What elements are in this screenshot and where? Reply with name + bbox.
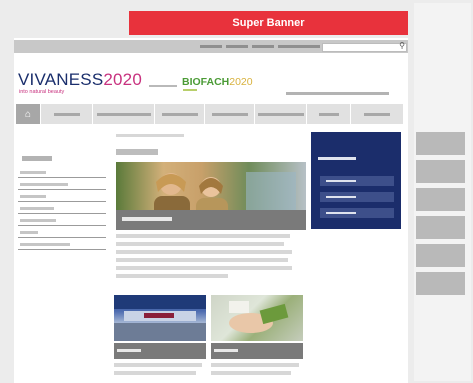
text-line [211,363,299,367]
sidebar-item[interactable] [18,167,106,178]
sidebar-title [22,156,52,161]
text-line [116,250,292,254]
teaser-image-right[interactable] [211,295,303,341]
text-line [114,371,196,375]
sidebar-item[interactable] [18,215,106,226]
vivaness-logo[interactable]: VIVANESS2020 [18,70,142,90]
text-line [116,242,284,246]
skyscraper-ad-slot[interactable] [416,132,465,155]
teaser-box [311,132,401,229]
product-hands-photo [229,301,289,333]
text-line [114,363,202,367]
text-line [116,266,292,270]
super-banner-label: Super Banner [232,17,305,29]
skyscraper-ad-slot[interactable] [416,188,465,211]
text-line [116,258,288,262]
skyscraper-column [414,3,471,381]
meta-nav-link[interactable] [278,45,320,48]
sidebar-item[interactable] [18,179,106,190]
search-input[interactable]: ⚲ [322,42,407,52]
nav-item[interactable] [254,104,306,124]
nav-item[interactable] [306,104,350,124]
meta-nav-link[interactable] [226,45,248,48]
logo-divider [149,85,177,87]
text-line [116,274,228,278]
vivaness-logo-word: VIVANESS [18,70,104,89]
teaser-box-title [318,157,356,160]
meta-navigation-bar: ⚲ [14,40,408,53]
website-page: ⚲ VIVANESS2020 into natural beauty BIOFA… [14,38,408,383]
meta-nav-link[interactable] [252,45,274,48]
biofach-logo[interactable]: BIOFACH2020 [182,76,253,88]
nav-item[interactable] [204,104,254,124]
hero-caption[interactable] [116,210,306,230]
nav-item[interactable] [92,104,154,124]
super-banner-ad[interactable]: Super Banner [129,11,408,35]
text-line [211,371,291,375]
home-icon: ⌂ [24,108,32,120]
nav-item[interactable] [40,104,92,124]
teaser-caption-left[interactable] [114,343,206,359]
sidebar-item[interactable] [18,203,106,214]
wireframe-canvas: Super Banner ⚲ VIVANESS2020 into natural… [0,0,473,383]
sidebar-item[interactable] [18,191,106,202]
skyscraper-ad-slot[interactable] [416,160,465,183]
skyscraper-ad-slot[interactable] [416,272,465,295]
biofach-logo-year: 2020 [229,76,253,88]
teaser-caption-right[interactable] [211,343,303,359]
sidebar-item[interactable] [18,239,106,250]
skyscraper-ad-slot[interactable] [416,244,465,267]
text-line [116,234,290,238]
vivaness-logo-year: 2020 [103,70,142,89]
search-icon[interactable]: ⚲ [399,42,405,50]
sidebar-item[interactable] [18,227,106,238]
main-navigation: ⌂ [16,104,403,124]
teaser-box-button[interactable] [320,176,394,186]
breadcrumb [116,134,184,137]
nav-home-button[interactable]: ⌂ [16,104,40,124]
nav-item[interactable] [154,104,204,124]
teaser-image-left[interactable] [114,295,206,341]
skyscraper-ad-slot[interactable] [416,216,465,239]
exhibition-hall-photo [114,295,206,341]
nav-item[interactable] [350,104,403,124]
biofach-logo-word: BIOFACH [182,76,230,88]
vivaness-tagline: into natural beauty [19,89,65,95]
header-placeholder-line [286,92,389,95]
biofach-logo-subline [183,89,197,91]
teaser-box-button[interactable] [320,192,394,202]
teaser-box-button[interactable] [320,208,394,218]
meta-nav-link[interactable] [200,45,222,48]
page-title [116,149,158,155]
